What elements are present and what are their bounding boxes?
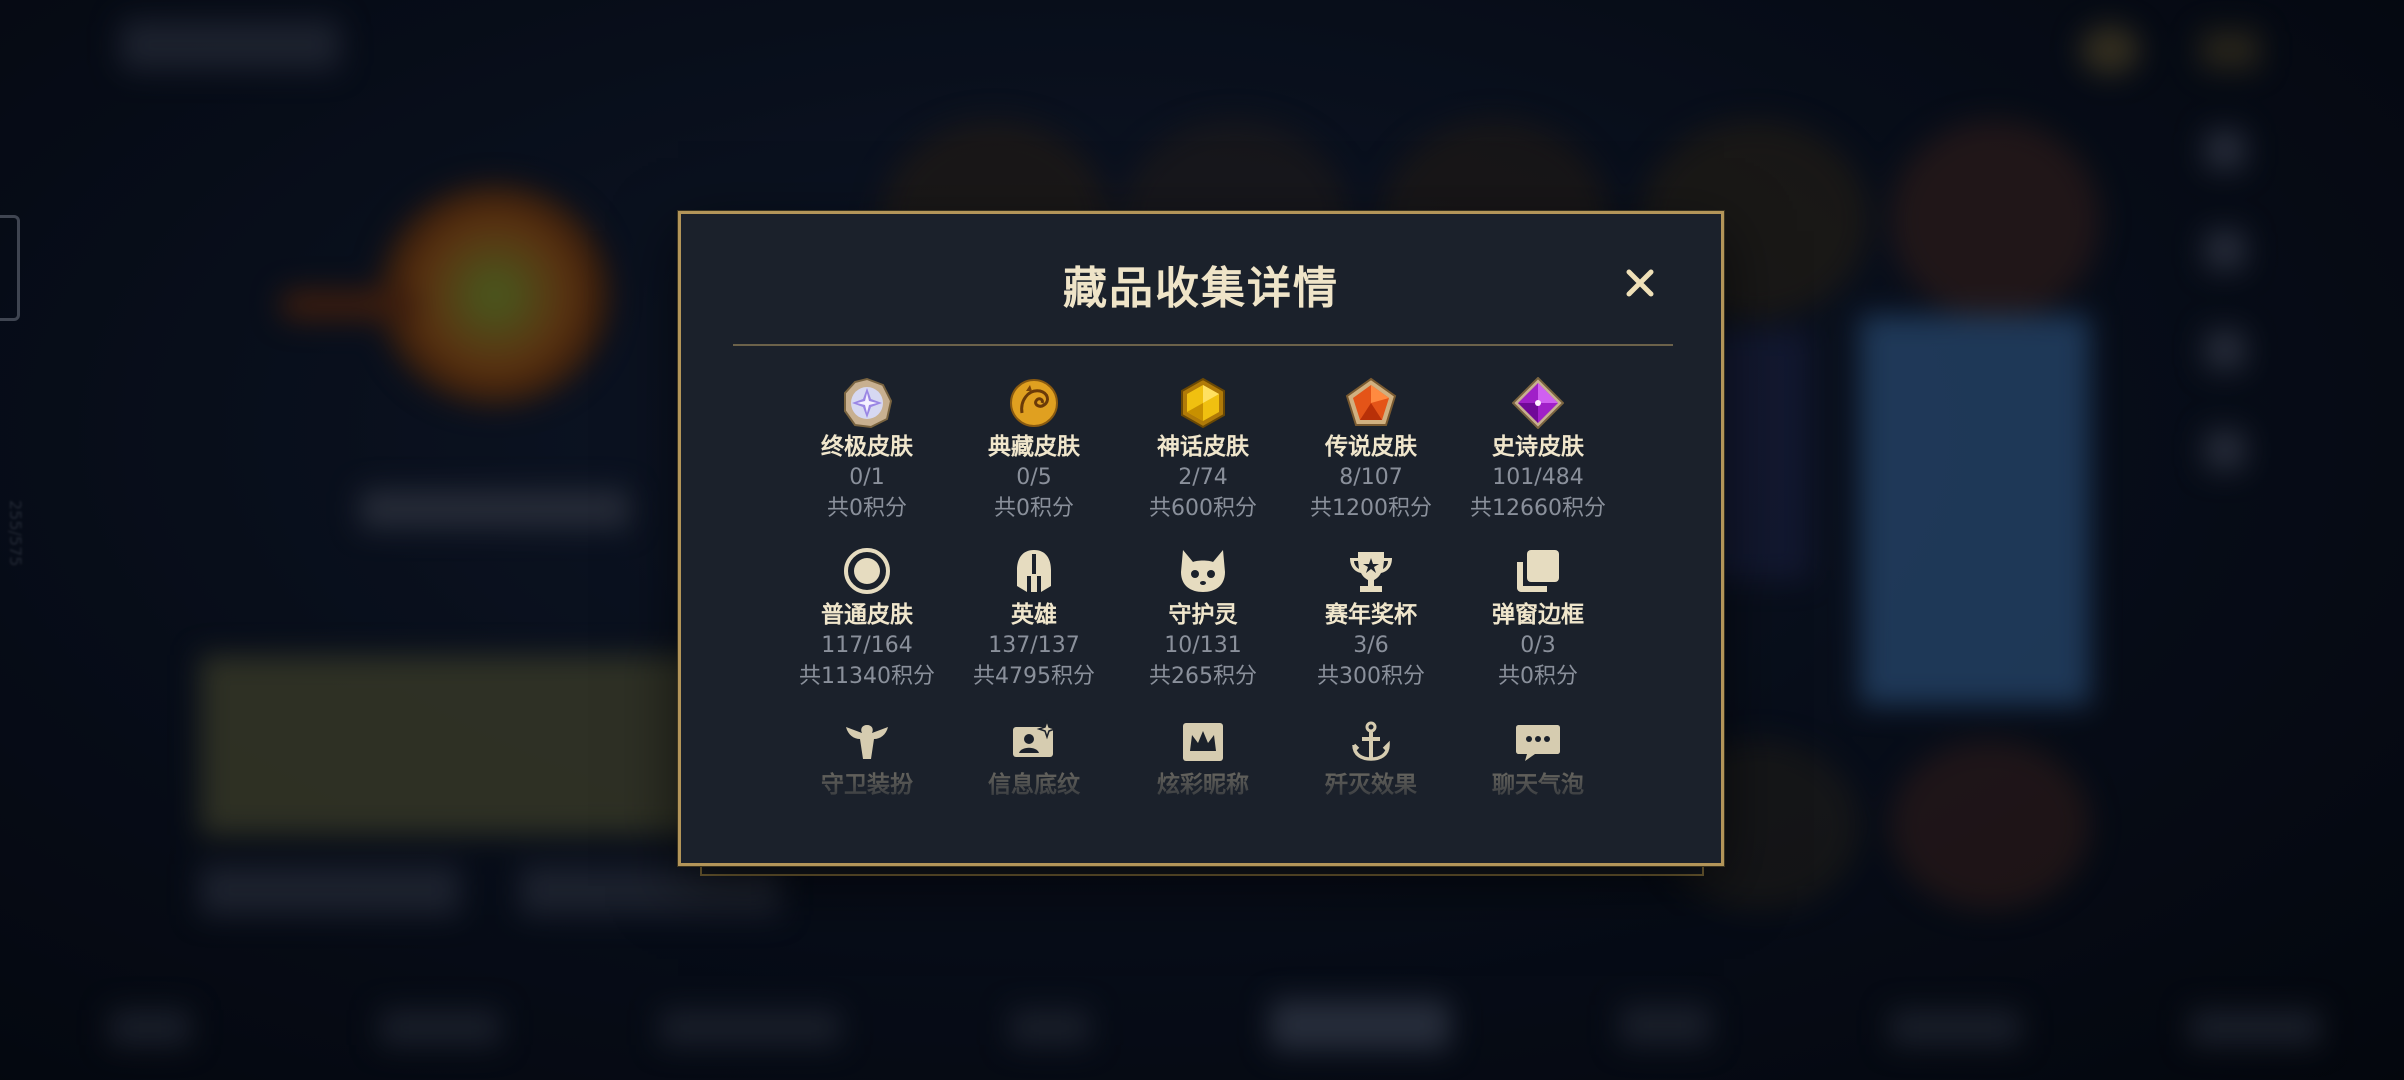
info-card-icon [1007, 714, 1061, 768]
guardian-pet-icon [1176, 544, 1230, 598]
item-name: 典藏皮肤 [988, 434, 1080, 460]
collection-grid: 终极皮肤 0/1 共0积分 典藏皮肤 0/5 共0积分 神话皮肤 2/74 共6… [681, 214, 1721, 863]
screen-root: 255/575 藏品收集详情 终极皮肤 0/1 共0积分 典藏皮肤 0/5 共0… [0, 0, 2404, 1080]
item-name: 守护灵 [1168, 602, 1238, 628]
item-points: 共300积分 [1317, 664, 1425, 689]
item-count: 0/1 [849, 465, 885, 490]
popup-frame-icon [1511, 544, 1565, 598]
item-name: 神话皮肤 [1157, 434, 1249, 460]
ultimate-skin-icon [840, 376, 894, 430]
item-points: 共11340积分 [799, 664, 935, 689]
item-name: 终极皮肤 [821, 434, 913, 460]
mythic-skin-icon [1176, 376, 1230, 430]
collection-item-chat-bubble[interactable]: 聊天气泡 [1438, 714, 1638, 800]
item-points: 共4795积分 [973, 664, 1095, 689]
champion-helmet-icon [1007, 544, 1061, 598]
fancy-nickname-icon [1176, 714, 1230, 768]
item-count: 137/137 [988, 633, 1080, 658]
collection-skin-icon [1007, 376, 1061, 430]
modal-bottom-edge [700, 866, 1704, 876]
elimination-effect-icon [1344, 714, 1398, 768]
item-points: 共0积分 [1498, 664, 1578, 689]
item-name: 普通皮肤 [821, 602, 913, 628]
item-count: 10/131 [1164, 633, 1242, 658]
item-count: 3/6 [1353, 633, 1389, 658]
ward-skin-icon [840, 714, 894, 768]
item-count: 0/3 [1520, 633, 1556, 658]
item-points: 共265积分 [1149, 664, 1257, 689]
item-points: 共0积分 [994, 496, 1074, 521]
item-count: 8/107 [1339, 465, 1403, 490]
item-count: 117/164 [821, 633, 913, 658]
collection-item-epic-skin[interactable]: 史诗皮肤 101/484 共12660积分 [1438, 376, 1638, 524]
item-name: 信息底纹 [988, 772, 1080, 798]
collection-details-dialog: 藏品收集详情 终极皮肤 0/1 共0积分 典藏皮肤 0/5 共0积分 神话皮肤 … [678, 211, 1724, 866]
item-count: 0/5 [1016, 465, 1052, 490]
epic-skin-icon [1511, 376, 1565, 430]
item-name: 守卫装扮 [821, 772, 913, 798]
item-name: 弹窗边框 [1492, 602, 1584, 628]
item-name: 赛年奖杯 [1325, 602, 1417, 628]
item-points: 共0积分 [827, 496, 907, 521]
item-points: 共1200积分 [1310, 496, 1432, 521]
item-name: 史诗皮肤 [1492, 434, 1584, 460]
item-name: 传说皮肤 [1325, 434, 1417, 460]
chat-bubble-icon [1511, 714, 1565, 768]
item-points: 共600积分 [1149, 496, 1257, 521]
item-name: 炫彩昵称 [1157, 772, 1249, 798]
legendary-skin-icon [1344, 376, 1398, 430]
standard-skin-icon [840, 544, 894, 598]
collection-item-popup-frame[interactable]: 弹窗边框 0/3 共0积分 [1438, 544, 1638, 692]
item-count: 101/484 [1492, 465, 1584, 490]
item-count: 2/74 [1178, 465, 1228, 490]
item-name: 歼灭效果 [1325, 772, 1417, 798]
item-name: 英雄 [1011, 602, 1057, 628]
item-points: 共12660积分 [1470, 496, 1606, 521]
trophy-icon [1344, 544, 1398, 598]
item-name: 聊天气泡 [1492, 772, 1584, 798]
